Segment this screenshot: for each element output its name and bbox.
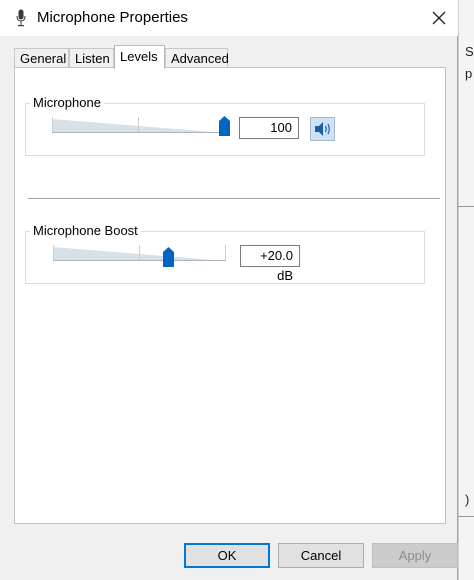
boost-level-value[interactable]: +20.0 dB [240, 245, 300, 283]
section-separator [28, 198, 440, 199]
apply-button[interactable]: Apply [372, 543, 458, 568]
levels-panel: Microphone 100 Microphone Boost +20.0 dB [14, 67, 446, 524]
tab-advanced[interactable]: Advanced [165, 48, 229, 68]
boost-slider-thumb[interactable] [163, 247, 174, 267]
window-title: Microphone Properties [37, 9, 188, 26]
background-window-edge: S p ) [458, 0, 474, 580]
microphone-icon [16, 9, 26, 27]
microphone-properties-dialog: Microphone Properties General Listen Lev… [0, 0, 458, 580]
tab-general[interactable]: General [14, 48, 69, 68]
microphone-label: Microphone [30, 95, 104, 110]
microphone-slider-thumb[interactable] [219, 116, 230, 136]
microphone-boost-label: Microphone Boost [30, 223, 141, 238]
close-button[interactable] [427, 6, 451, 30]
close-icon [432, 11, 446, 25]
background-text-fragment: S [465, 44, 474, 59]
boost-slider-track[interactable] [53, 245, 226, 261]
title-bar[interactable]: Microphone Properties [0, 0, 458, 36]
ok-button[interactable]: OK [184, 543, 270, 568]
background-divider [458, 206, 474, 207]
microphone-slider-track[interactable] [52, 117, 226, 133]
tab-levels[interactable]: Levels [114, 45, 165, 69]
speaker-icon [315, 122, 330, 136]
background-divider [458, 516, 474, 517]
background-text-fragment: p [465, 66, 473, 81]
cancel-button[interactable]: Cancel [278, 543, 364, 568]
tab-listen[interactable]: Listen [69, 48, 114, 68]
background-text-fragment: ) [465, 492, 470, 507]
mute-toggle-button[interactable] [310, 117, 335, 141]
microphone-level-value[interactable]: 100 [239, 117, 299, 139]
